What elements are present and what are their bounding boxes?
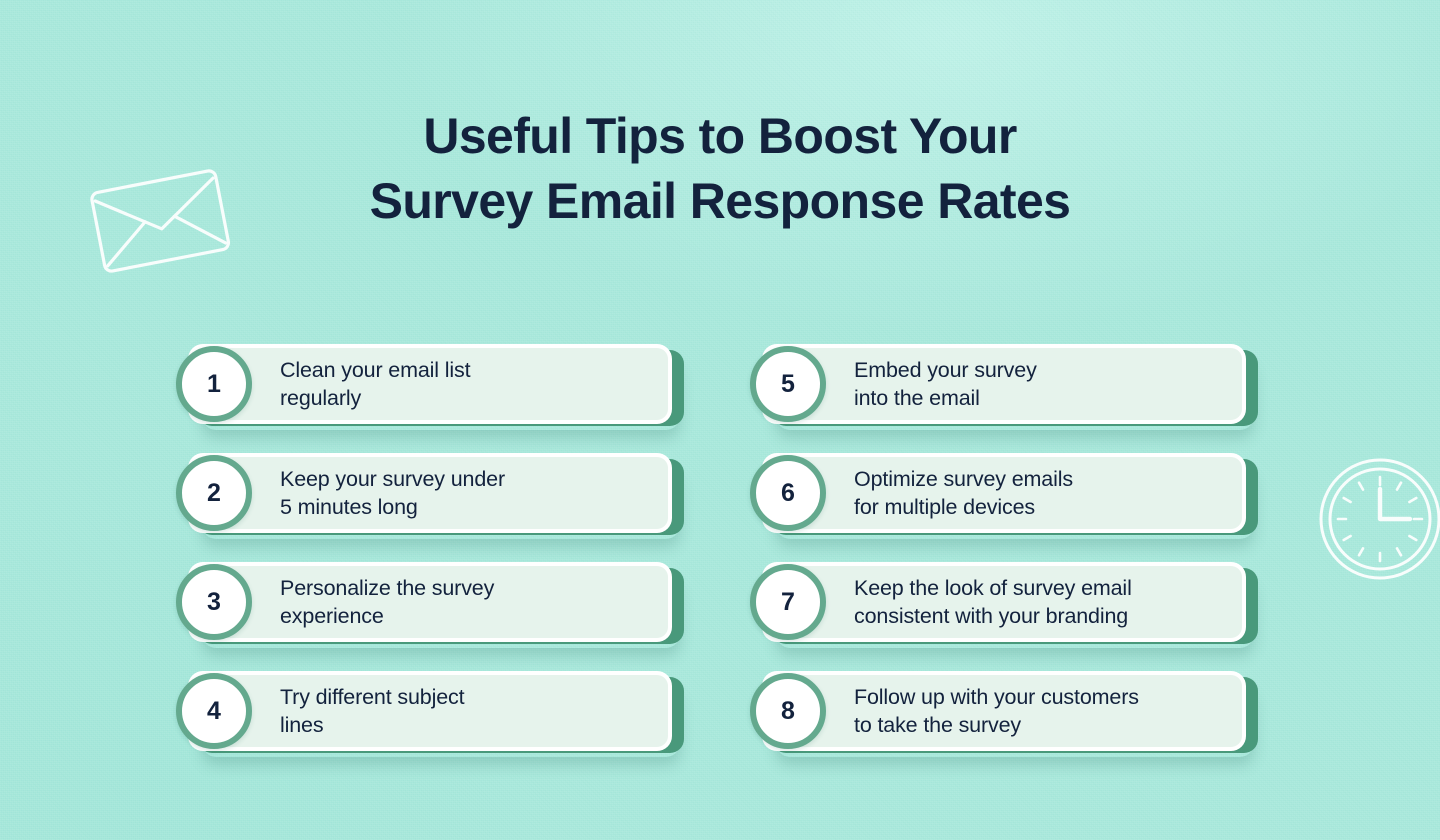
tip-text-line-1: Embed your survey: [854, 357, 1037, 382]
tip-text: Follow up with your customers to take th…: [854, 683, 1139, 740]
tip-text-line-1: Clean your email list: [280, 357, 471, 382]
tip-card: Try different subject lines: [188, 671, 672, 751]
tip-text-line-1: Optimize survey emails: [854, 466, 1073, 491]
tip-text-line-1: Follow up with your customers: [854, 684, 1139, 709]
tip-number: 2: [207, 478, 221, 507]
tip-item-1[interactable]: Clean your email list regularly 1: [176, 344, 684, 426]
tip-item-3[interactable]: Personalize the survey experience 3: [176, 562, 684, 644]
tip-card-inner: Personalize the survey experience: [192, 566, 668, 638]
tip-card: Keep the look of survey email consistent…: [762, 562, 1246, 642]
tip-item-5[interactable]: Embed your survey into the email 5: [750, 344, 1258, 426]
tip-text: Embed your survey into the email: [854, 356, 1037, 413]
tip-text-line-2: regularly: [280, 386, 362, 410]
tip-card-inner: Keep the look of survey email consistent…: [766, 566, 1242, 638]
tip-card-inner: Follow up with your customers to take th…: [766, 675, 1242, 747]
tip-text-line-2: into the email: [854, 386, 980, 410]
tip-number: 8: [781, 696, 795, 725]
tip-number: 4: [207, 696, 221, 725]
tip-card: Optimize survey emails for multiple devi…: [762, 453, 1246, 533]
tip-number-badge: 6: [750, 455, 826, 531]
tip-card: Personalize the survey experience: [188, 562, 672, 642]
tip-text-line-1: Try different subject: [280, 684, 465, 709]
tip-text: Keep the look of survey email consistent…: [854, 574, 1132, 631]
tip-number-badge: 5: [750, 346, 826, 422]
page-title-line-1: Useful Tips to Boost Your: [423, 108, 1017, 164]
tip-text: Try different subject lines: [280, 683, 465, 740]
tip-item-4[interactable]: Try different subject lines 4: [176, 671, 684, 753]
tip-card: Keep your survey under 5 minutes long: [188, 453, 672, 533]
tip-card: Follow up with your customers to take th…: [762, 671, 1246, 751]
tip-text-line-1: Personalize the survey: [280, 575, 495, 600]
tip-text: Clean your email list regularly: [280, 356, 471, 413]
tip-text: Keep your survey under 5 minutes long: [280, 465, 505, 522]
tip-number-badge: 7: [750, 564, 826, 640]
tip-text-line-2: to take the survey: [854, 713, 1022, 737]
tip-number: 3: [207, 587, 221, 616]
tip-number-badge: 1: [176, 346, 252, 422]
tip-number: 7: [781, 587, 795, 616]
tip-text-line-2: experience: [280, 604, 384, 628]
tip-text: Optimize survey emails for multiple devi…: [854, 465, 1073, 522]
tip-text-line-2: lines: [280, 713, 324, 737]
tip-number: 1: [207, 369, 221, 398]
tip-number: 5: [781, 369, 795, 398]
tip-item-8[interactable]: Follow up with your customers to take th…: [750, 671, 1258, 753]
tip-card-inner: Embed your survey into the email: [766, 348, 1242, 420]
tip-item-2[interactable]: Keep your survey under 5 minutes long 2: [176, 453, 684, 535]
tip-number-badge: 4: [176, 673, 252, 749]
tip-card-inner: Clean your email list regularly: [192, 348, 668, 420]
tip-number: 6: [781, 478, 795, 507]
tip-item-7[interactable]: Keep the look of survey email consistent…: [750, 562, 1258, 644]
tip-number-badge: 2: [176, 455, 252, 531]
tips-grid: Clean your email list regularly 1 Embed …: [176, 344, 1266, 753]
tip-card: Embed your survey into the email: [762, 344, 1246, 424]
tip-text-line-1: Keep the look of survey email: [854, 575, 1132, 600]
tip-number-badge: 3: [176, 564, 252, 640]
tip-text-line-2: consistent with your branding: [854, 604, 1129, 628]
page-title: Useful Tips to Boost Your Survey Email R…: [0, 104, 1440, 234]
tip-card: Clean your email list regularly: [188, 344, 672, 424]
tip-number-badge: 8: [750, 673, 826, 749]
tip-card-inner: Optimize survey emails for multiple devi…: [766, 457, 1242, 529]
tip-text-line-2: 5 minutes long: [280, 495, 418, 519]
tip-text-line-2: for multiple devices: [854, 495, 1036, 519]
tip-text: Personalize the survey experience: [280, 574, 494, 631]
tip-card-inner: Keep your survey under 5 minutes long: [192, 457, 668, 529]
tip-item-6[interactable]: Optimize survey emails for multiple devi…: [750, 453, 1258, 535]
tip-text-line-1: Keep your survey under: [280, 466, 505, 491]
page-title-line-2: Survey Email Response Rates: [369, 173, 1071, 229]
tip-card-inner: Try different subject lines: [192, 675, 668, 747]
